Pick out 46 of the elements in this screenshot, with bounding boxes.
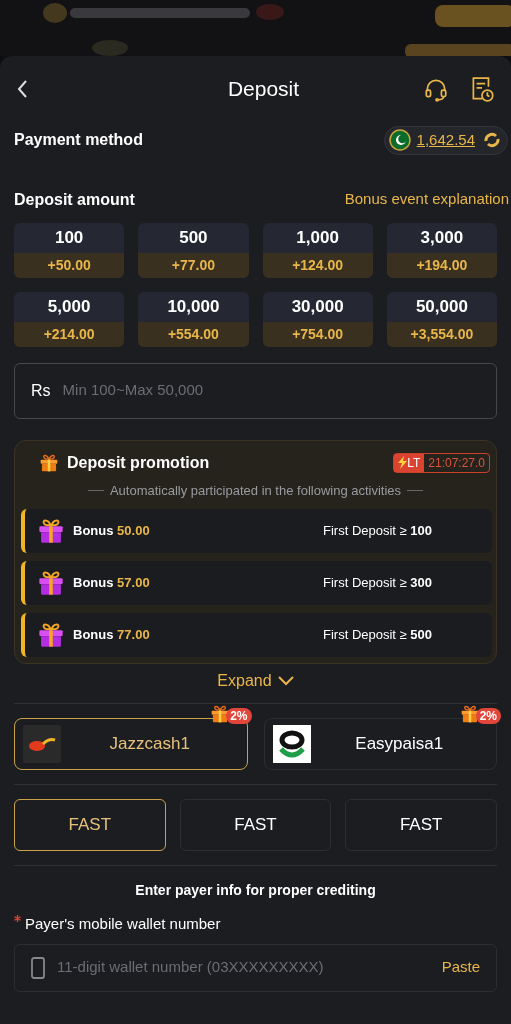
payer-info-note: Enter payer info for proper crediting: [134, 881, 377, 900]
amount-option[interactable]: 10,000 +554.00: [138, 291, 249, 347]
chevron-down-icon[interactable]: [277, 676, 294, 686]
wallet-logo-icon: [23, 725, 61, 763]
amount-option[interactable]: 5,000 +214.00: [14, 291, 125, 347]
wallet-number-field[interactable]: 11-digit wallet number (03XXXXXXXXX) Paste: [14, 943, 497, 992]
amount-input-field[interactable]: Min 100~Max 50,000: [62, 379, 480, 402]
bonus-badge: 2%: [226, 708, 252, 724]
bonus-label: Bonus 57.00: [73, 574, 151, 593]
section-label: Payment method: [14, 130, 143, 151]
bonus-condition: First Deposit ≥ 500: [323, 626, 433, 645]
currency-label: Rs: [31, 380, 51, 401]
field-label: Payer's mobile wallet number: [25, 914, 221, 934]
promotion-title: Deposit promotion: [67, 452, 210, 473]
bonus-label: Bonus 50.00: [73, 522, 151, 541]
page-title: Deposit: [226, 76, 301, 103]
gift-icon: [459, 704, 480, 724]
amount-option[interactable]: 50,000 +3,554.00: [386, 291, 497, 347]
amount-option[interactable]: 500 +77.00: [138, 222, 249, 278]
paste-button[interactable]: Paste: [441, 956, 480, 979]
back-icon[interactable]: [16, 79, 30, 99]
gift-icon: [39, 452, 59, 473]
balance-amount: 1,642.54: [416, 130, 475, 150]
limited-time-label: LT: [394, 453, 425, 472]
bonus-condition: First Deposit ≥ 300: [323, 574, 433, 593]
speed-option[interactable]: FAST: [179, 799, 332, 851]
phone-icon: [31, 956, 45, 979]
speed-option[interactable]: FAST: [14, 799, 166, 851]
expand-button[interactable]: Expand: [217, 669, 294, 693]
bonus-condition: First Deposit ≥ 100: [323, 522, 433, 541]
amount-option[interactable]: 3,000 +194.00: [386, 222, 497, 278]
flag-icon: [388, 129, 411, 152]
amount-field[interactable]: Rs Min 100~Max 50,000: [14, 362, 497, 419]
section-label: Deposit amount: [14, 189, 135, 210]
bonus-label: Bonus 77.00: [73, 626, 151, 645]
wallet-number-input[interactable]: 11-digit wallet number (03XXXXXXXXX): [57, 956, 430, 979]
speed-option[interactable]: FAST: [345, 799, 497, 851]
countdown-timer: 21:07:27.0: [427, 454, 486, 472]
lightning-icon: [398, 456, 408, 469]
wallet-logo-icon: [272, 725, 311, 763]
amount-option[interactable]: 30,000 +754.00: [262, 291, 373, 347]
bonus-badge: 2%: [475, 708, 501, 724]
amount-option[interactable]: 1,000 +124.00: [262, 222, 373, 278]
amount-option[interactable]: 100 +50.00: [14, 222, 125, 278]
bonus-explanation-link[interactable]: Bonus event explanation: [344, 188, 509, 211]
promotion-subtitle: Automatically participated in the following activities: [109, 481, 402, 500]
